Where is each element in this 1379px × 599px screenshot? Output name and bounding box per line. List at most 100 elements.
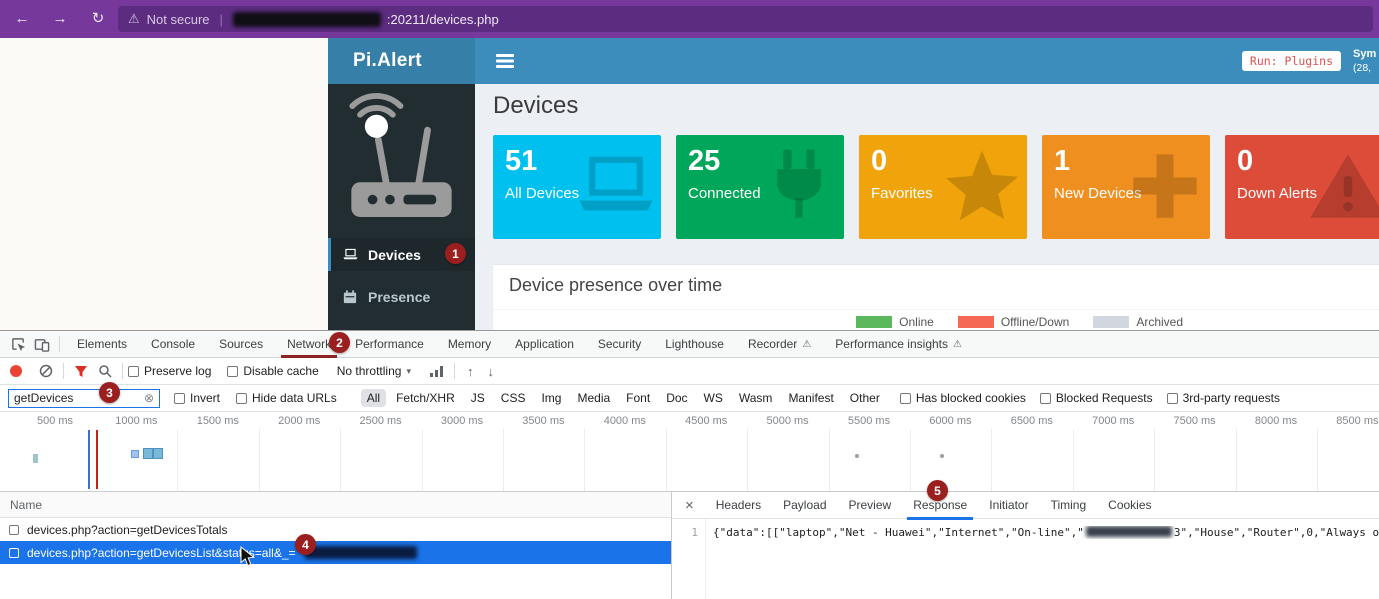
network-conditions-icon[interactable]	[425, 361, 449, 381]
device-toolbar-icon[interactable]	[30, 334, 54, 354]
filter-chip-js[interactable]: JS	[465, 389, 491, 407]
devtools-tab-performance-insights[interactable]: Performance insights⚠	[823, 331, 974, 357]
stat-card-favorites[interactable]: 0Favorites	[859, 135, 1027, 239]
app-logo[interactable]: Pi.Alert	[328, 38, 475, 84]
devtools-tab-lighthouse[interactable]: Lighthouse	[653, 331, 736, 357]
timeline-label: 500 ms	[37, 415, 73, 427]
divider	[63, 363, 64, 379]
timeline-label: 5000 ms	[766, 415, 808, 427]
details-tab-payload[interactable]: Payload	[772, 492, 837, 519]
devtools-tab-memory[interactable]: Memory	[436, 331, 503, 357]
sidebar-item-presence[interactable]: Presence	[328, 280, 475, 313]
filter-chip-manifest[interactable]: Manifest	[782, 389, 839, 407]
requests-table-header[interactable]: Name	[0, 492, 671, 518]
timeline-label: 2000 ms	[278, 415, 320, 427]
filter-chip-font[interactable]: Font	[620, 389, 656, 407]
checkbox-blocked-requests[interactable]: Blocked Requests	[1040, 391, 1153, 405]
export-har-icon[interactable]: ↓	[487, 364, 494, 379]
stat-card-new-devices[interactable]: 1New Devices	[1042, 135, 1210, 239]
top-navbar: Run: Plugins Sym (28,	[475, 38, 1379, 84]
clear-filter-icon[interactable]: ⊗	[144, 392, 154, 404]
browser-toolbar: ← → ↻ ⚠ Not secure | :20211/devices.php	[0, 0, 1379, 38]
record-network-log-icon[interactable]	[10, 365, 22, 377]
filter-chip-fetch-xhr[interactable]: Fetch/XHR	[390, 389, 461, 407]
filter-chip-ws[interactable]: WS	[698, 389, 729, 407]
devtools-tab-console[interactable]: Console	[139, 331, 207, 357]
address-bar[interactable]: ⚠ Not secure | :20211/devices.php	[118, 6, 1373, 32]
network-overview-timeline[interactable]: 500 ms1000 ms1500 ms2000 ms2500 ms3000 m…	[0, 412, 1379, 492]
timeline-label: 6000 ms	[929, 415, 971, 427]
run-plugins-button[interactable]: Run: Plugins	[1242, 51, 1341, 71]
step-5-badge: 5	[927, 480, 948, 501]
filter-chip-other[interactable]: Other	[844, 389, 886, 407]
inspect-element-icon[interactable]	[6, 334, 30, 354]
devtools-tab-security[interactable]: Security	[586, 331, 653, 357]
laptop-icon	[577, 147, 655, 225]
checkbox-box	[236, 393, 247, 404]
devtools-tab-recorder[interactable]: Recorder⚠	[736, 331, 823, 357]
checkbox-3rd-party-requests[interactable]: 3rd-party requests	[1167, 391, 1280, 405]
page-title: Devices	[493, 92, 578, 120]
checkbox-label: Hide data URLs	[252, 391, 337, 405]
filter-chip-all[interactable]: All	[361, 389, 386, 407]
webpage: Pi.Alert De	[0, 38, 1379, 330]
presence-legend: OnlineOffline/DownArchived	[856, 315, 1183, 329]
request-row[interactable]: devices.php?action=getDevicesList&status…	[0, 541, 671, 564]
disable-cache-checkbox[interactable]: Disable cache	[227, 364, 318, 378]
devtools-tab-sources[interactable]: Sources	[207, 331, 275, 357]
details-tab-cookies[interactable]: Cookies	[1097, 492, 1162, 519]
devtools-tabs: ElementsConsoleSourcesNetworkPerformance…	[65, 331, 974, 357]
checkbox-label: 3rd-party requests	[1183, 391, 1280, 405]
timeline-label: 2500 ms	[359, 415, 401, 427]
close-details-icon[interactable]: ×	[672, 497, 705, 514]
hide-data-urls-checkbox[interactable]: Hide data URLs	[236, 391, 337, 405]
import-har-icon[interactable]: ↑	[467, 364, 474, 379]
timeline-mark	[153, 448, 163, 459]
devtools-tab-elements[interactable]: Elements	[65, 331, 139, 357]
not-secure-label: Not secure	[147, 12, 210, 27]
router-logo-image	[334, 88, 469, 236]
stat-card-connected[interactable]: 25Connected	[676, 135, 844, 239]
filter-chip-media[interactable]: Media	[571, 389, 616, 407]
search-icon[interactable]	[93, 361, 117, 381]
timeline-label: 8500 ms	[1336, 415, 1378, 427]
clear-network-log-icon[interactable]	[34, 361, 58, 381]
request-checkbox[interactable]	[9, 525, 19, 535]
not-secure-icon[interactable]: ⚠	[128, 11, 140, 27]
network-filter-input[interactable]: getDevices ⊗	[8, 389, 160, 408]
timeline-gridline	[422, 429, 423, 491]
refresh-icon[interactable]: ↻	[86, 9, 110, 29]
filter-chip-doc[interactable]: Doc	[660, 389, 693, 407]
throttling-select[interactable]: No throttling ▾	[337, 364, 411, 378]
filter-chip-css[interactable]: CSS	[495, 389, 532, 407]
back-icon[interactable]: ←	[10, 9, 34, 29]
stat-card-all-devices[interactable]: 51All Devices	[493, 135, 661, 239]
details-tab-timing[interactable]: Timing	[1040, 492, 1098, 519]
details-tabbar: × HeadersPayloadPreviewResponseInitiator…	[672, 492, 1379, 519]
devtools-tab-performance[interactable]: Performance	[343, 331, 436, 357]
step-1-badge: 1	[445, 243, 466, 264]
redacted-query-value	[305, 546, 417, 559]
filter-chip-img[interactable]: Img	[535, 389, 567, 407]
request-row[interactable]: devices.php?action=getDevicesTotals	[0, 518, 671, 541]
legend-swatch	[1093, 316, 1129, 328]
checkbox-box	[128, 366, 139, 377]
details-tab-headers[interactable]: Headers	[705, 492, 772, 519]
checkbox-box	[227, 366, 238, 377]
preserve-log-checkbox[interactable]: Preserve log	[128, 364, 211, 378]
forward-icon[interactable]: →	[48, 9, 72, 29]
mouse-cursor	[240, 546, 258, 568]
invert-checkbox[interactable]: Invert	[174, 391, 220, 405]
legend-label: Online	[899, 315, 934, 329]
devtools-tab-application[interactable]: Application	[503, 331, 586, 357]
request-checkbox[interactable]	[9, 548, 19, 558]
presence-title: Device presence over time	[509, 275, 722, 296]
step-4-badge: 4	[295, 534, 316, 555]
filter-chip-wasm[interactable]: Wasm	[733, 389, 779, 407]
menu-toggle-icon[interactable]	[496, 54, 514, 68]
filter-icon[interactable]	[69, 361, 93, 381]
details-tab-initiator[interactable]: Initiator	[978, 492, 1039, 519]
stat-card-down-alerts[interactable]: 0Down Alerts	[1225, 135, 1379, 239]
details-tab-preview[interactable]: Preview	[838, 492, 903, 519]
checkbox-has-blocked-cookies[interactable]: Has blocked cookies	[900, 391, 1026, 405]
